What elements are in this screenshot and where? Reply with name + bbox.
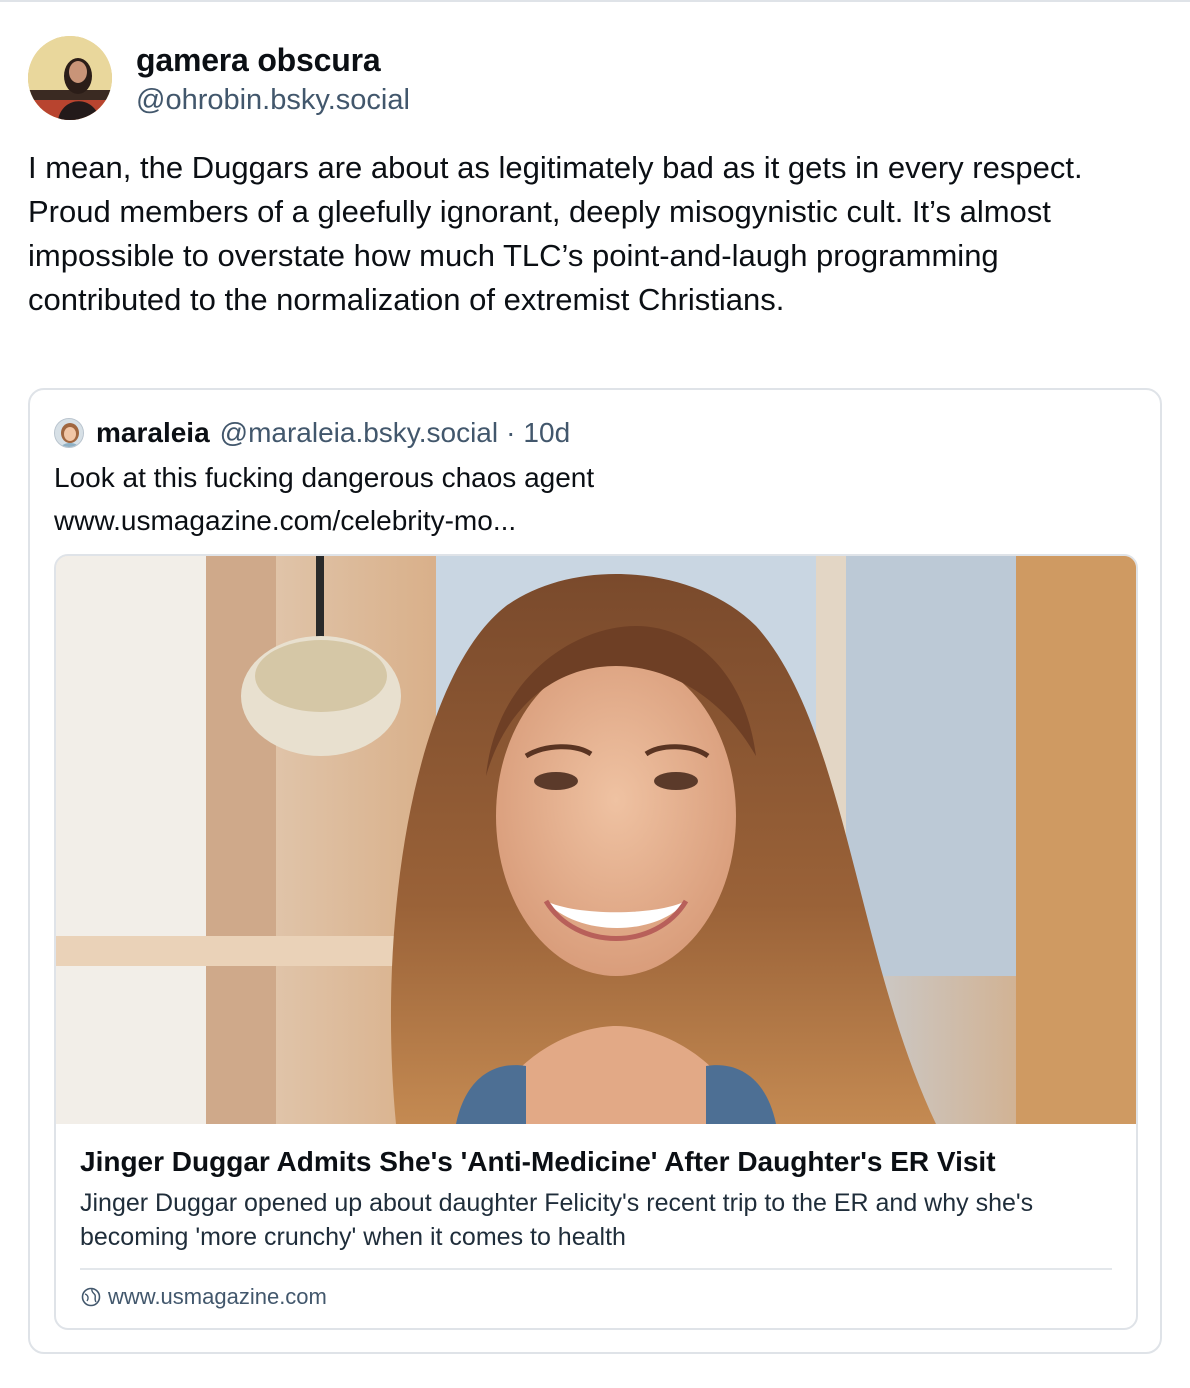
separator-dot: · [506,417,516,448]
link-preview-description: Jinger Duggar opened up about daughter F… [80,1189,1034,1251]
quoted-post-text: Look at this fucking dangerous chaos age… [54,456,594,542]
quoted-post-text-line: Look at this fucking dangerous chaos age… [54,462,595,493]
quoted-author-handle[interactable]: @maraleia.bsky.social [220,417,498,449]
quoted-post-link-text[interactable]: www.usmagazine.com/celebrity-mo... [54,499,594,542]
quoted-post-card[interactable]: maraleia @maraleia.bsky.social · 10d Loo… [28,388,1162,1354]
post-text: I mean, the Duggars are about as legitim… [28,150,1083,317]
link-preview-domain-row[interactable]: www.usmagazine.com [80,1284,327,1310]
quoted-author-avatar[interactable] [54,418,84,448]
globe-icon [81,1287,101,1307]
link-preview-domain[interactable]: www.usmagazine.com [108,1284,327,1310]
link-preview-title[interactable]: Jinger Duggar Admits She's 'Anti-Medicin… [80,1144,996,1180]
post: gamera obscura @ohrobin.bsky.social I me… [28,36,1162,1354]
author-display-name[interactable]: gamera obscura [136,40,410,80]
author-handle[interactable]: @ohrobin.bsky.social [136,80,410,120]
quoted-author-display-name[interactable]: maraleia [96,417,210,449]
link-preview-image[interactable] [56,556,1136,1124]
top-divider [0,0,1190,2]
quoted-post-time[interactable]: 10d [523,417,570,449]
author-avatar[interactable] [28,36,112,120]
link-preview-divider [80,1268,1112,1270]
post-author-row[interactable]: gamera obscura @ohrobin.bsky.social [28,36,1162,120]
link-preview-card[interactable]: Jinger Duggar Admits She's 'Anti-Medicin… [54,554,1138,1330]
quoted-post-header: maraleia @maraleia.bsky.social · 10d [54,416,570,450]
